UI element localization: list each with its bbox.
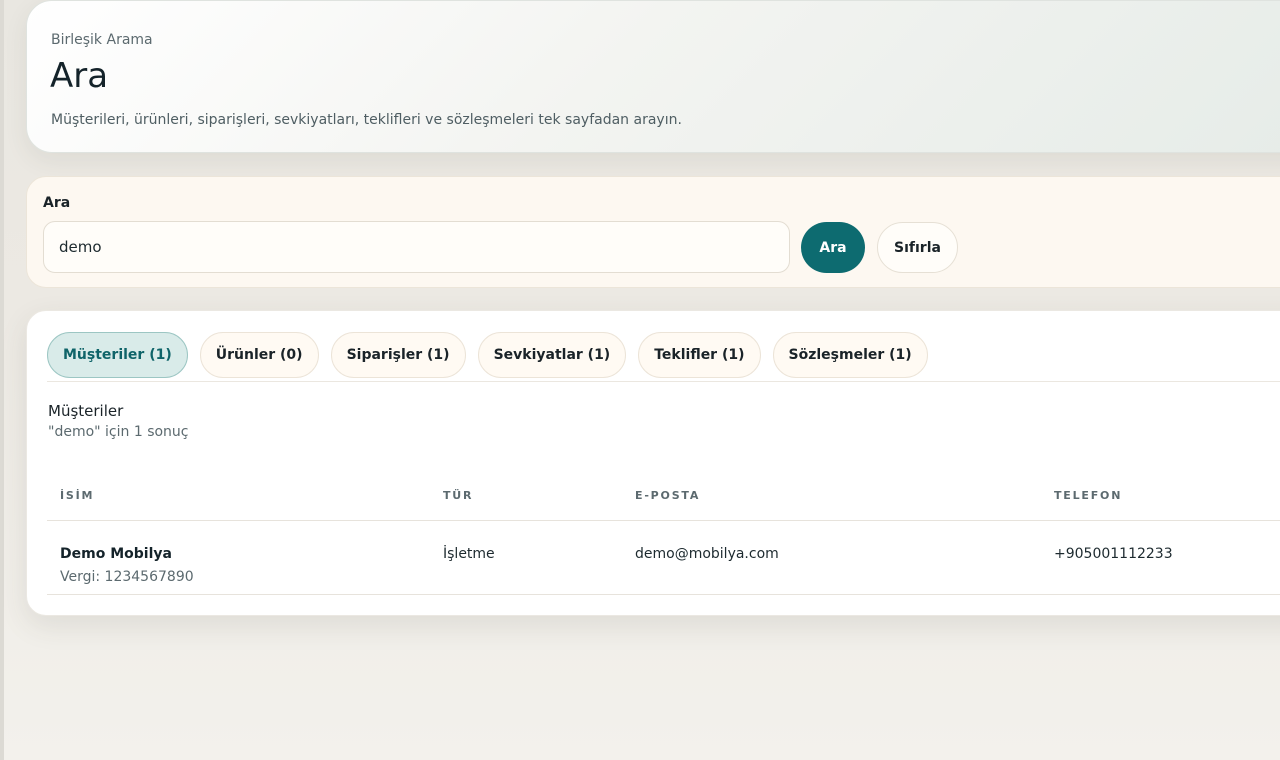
- tab-customers[interactable]: Müşteriler (1): [47, 332, 188, 378]
- customer-tax-number: Vergi: 1234567890: [60, 569, 194, 585]
- customer-name[interactable]: Demo Mobilya: [60, 546, 172, 562]
- page-subtitle: Müşterileri, ürünleri, siparişleri, sevk…: [51, 112, 682, 128]
- tab-products[interactable]: Ürünler (0): [199, 332, 319, 378]
- column-header-phone: TELEFON: [1054, 489, 1123, 502]
- column-header-name: İSİM: [60, 489, 95, 502]
- tab-shipments[interactable]: Sevkiyatlar (1): [477, 332, 627, 378]
- page-header: Birleşik Arama Ara Müşterileri, ürünleri…: [26, 0, 1280, 153]
- customer-phone: +905001112233: [1054, 546, 1173, 562]
- tab-quotes[interactable]: Teklifler (1): [638, 332, 761, 378]
- reset-button[interactable]: Sıfırla: [877, 222, 958, 273]
- result-tabs: Müşteriler (1) Ürünler (0) Siparişler (1…: [47, 332, 928, 378]
- left-edge: [0, 0, 4, 760]
- column-header-email: E-POSTA: [635, 489, 701, 502]
- column-header-type: TÜR: [443, 489, 474, 502]
- table-header: İSİM TÜR E-POSTA TELEFON: [47, 481, 1280, 521]
- page-eyebrow: Birleşik Arama: [51, 32, 153, 48]
- results-panel: Müşteriler (1) Ürünler (0) Siparişler (1…: [26, 310, 1280, 616]
- tabs-divider: [47, 381, 1280, 382]
- search-label: Ara: [43, 195, 71, 211]
- tab-orders[interactable]: Siparişler (1): [330, 332, 466, 378]
- results-section-title: Müşteriler: [48, 402, 124, 420]
- search-button[interactable]: Ara: [801, 222, 865, 273]
- page-title: Ara: [50, 56, 109, 96]
- search-panel: Ara Ara Sıfırla: [26, 176, 1280, 288]
- table-row[interactable]: Demo Mobilya Vergi: 1234567890 İşletme d…: [47, 521, 1280, 595]
- customer-type: İşletme: [443, 546, 495, 562]
- customer-email: demo@mobilya.com: [635, 546, 779, 562]
- tab-contracts[interactable]: Sözleşmeler (1): [772, 332, 928, 378]
- results-summary: "demo" için 1 sonuç: [48, 424, 189, 440]
- search-input[interactable]: [43, 221, 790, 273]
